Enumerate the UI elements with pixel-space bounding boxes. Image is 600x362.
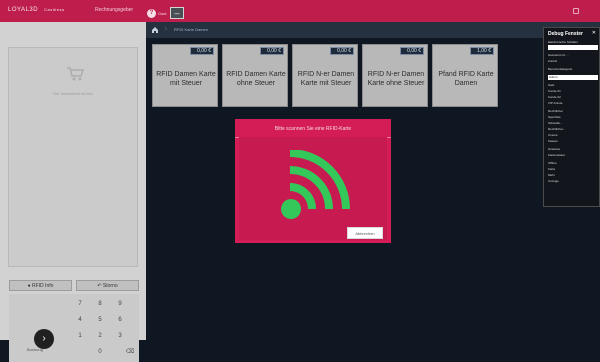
logo-text: LOYAL3D xyxy=(8,7,39,13)
rfid-wave-icon xyxy=(281,150,350,219)
debug-line[interactable]: Unsere xyxy=(548,133,598,137)
rfid-info-button[interactable]: ● RFID Info xyxy=(9,280,72,291)
debug-title: Debug Fenster xyxy=(548,31,584,37)
debug-line: Elektronische Schalter xyxy=(548,40,578,44)
backspace-key[interactable]: ⌫ xyxy=(121,345,139,359)
debug-line[interactable]: Gast xyxy=(548,83,598,87)
debug-active-option[interactable]: Admin xyxy=(548,75,598,80)
debug-line[interactable]: Kunde 02 xyxy=(548,95,598,99)
minimize-button[interactable]: – xyxy=(170,7,184,19)
empty-cart-text: Der Warenkorb ist leer xyxy=(53,91,93,96)
debug-line[interactable]: VIP-Kunde xyxy=(548,101,598,105)
debug-line: Rechtlicher xyxy=(548,109,564,113)
cart-icon xyxy=(67,67,84,81)
product-label: RFID N-er Damen Karte ohne Steuer xyxy=(367,71,425,87)
key-2[interactable]: 2 xyxy=(91,329,109,343)
product-label: RFID N-er Damen Karte mit Steuer xyxy=(297,71,355,87)
info-icon: ● xyxy=(27,283,31,289)
terminal-label: Rechnungsgeber xyxy=(95,7,134,13)
price-badge: 0,00 € xyxy=(400,47,424,55)
numeric-keypad: 7 8 9 4 5 6 1 2 3 0 ⌫ › Buchung xyxy=(9,294,139,362)
key-0[interactable]: 0 xyxy=(91,345,109,359)
key-7[interactable]: 7 xyxy=(71,297,89,311)
debug-window: Debug Fenster ✕ Elektronische Schalter G… xyxy=(543,27,600,207)
cancel-button[interactable]: Abbrechen xyxy=(347,227,383,239)
debug-line[interactable]: Kartenstatus xyxy=(548,153,598,157)
logo: LOYAL3D Cashless xyxy=(8,7,65,13)
product-tile[interactable]: 1,00 € Pfand RFID Karte Damen xyxy=(432,44,498,107)
debug-input[interactable] xyxy=(548,45,598,50)
product-tile[interactable]: 0,00 € RFID Damen Karte ohne Steuer xyxy=(222,44,288,107)
logo-subtext: Cashless xyxy=(44,7,65,12)
debug-line[interactable]: Karte xyxy=(548,167,598,171)
top-bar: LOYAL3D Cashless Rechnungsgeber ? Gast – xyxy=(0,0,600,22)
left-panel: Der Warenkorb ist leer ● RFID Info ↶ Sto… xyxy=(0,22,146,362)
breadcrumb: › RFID Karte Damen xyxy=(146,22,600,38)
product-tile[interactable]: 0,00 € RFID N-er Damen Karte ohne Steuer xyxy=(362,44,428,107)
breadcrumb-separator: › xyxy=(164,23,168,35)
key-1[interactable]: 1 xyxy=(71,329,89,343)
undo-icon: ↶ xyxy=(97,283,102,289)
product-tile[interactable]: 0,00 € RFID Damen Karte mit Steuer xyxy=(152,44,218,107)
key-6[interactable]: 6 xyxy=(111,313,129,327)
modal-title: Bitte scannen Sie eine RFID-Karte xyxy=(274,126,352,132)
price-badge: 0,00 € xyxy=(260,47,284,55)
debug-line[interactable]: Rechtlicher... xyxy=(548,127,598,131)
rfid-info-label: RFID Info xyxy=(32,283,54,289)
debug-line[interactable]: Anzeige xyxy=(548,179,598,183)
window-icon[interactable] xyxy=(573,8,579,14)
price-badge: 0,00 € xyxy=(330,47,354,55)
booking-label: Buchung xyxy=(27,347,43,352)
key-4[interactable]: 4 xyxy=(71,313,89,327)
user-icon[interactable]: ? xyxy=(147,9,156,18)
product-label: RFID Damen Karte mit Steuer xyxy=(156,71,216,87)
key-9[interactable]: 9 xyxy=(111,297,129,311)
debug-line: Gescannt ist: ... xyxy=(548,53,569,57)
debug-line: Zurück xyxy=(548,59,558,63)
product-label: Pfand RFID Karte Damen xyxy=(438,71,494,87)
debug-line[interactable]: Kunde 01 xyxy=(548,89,598,93)
product-tile[interactable]: 0,00 € RFID N-er Damen Karte mit Steuer xyxy=(292,44,358,107)
product-label: RFID Damen Karte ohne Steuer xyxy=(226,71,286,87)
debug-line[interactable]: Schwelle... xyxy=(548,121,598,125)
debug-line: Hinweise xyxy=(548,147,561,151)
debug-line[interactable]: Mehr xyxy=(548,173,598,177)
storno-label: Storno xyxy=(102,283,118,289)
price-badge: 0,00 € xyxy=(190,47,214,55)
debug-line: Benutzerkategorie xyxy=(548,67,573,71)
close-icon[interactable]: ✕ xyxy=(592,30,596,36)
rfid-scan-modal: Bitte scannen Sie eine RFID-Karte Abbrec… xyxy=(235,119,391,243)
price-badge: 1,00 € xyxy=(470,47,494,55)
user-label: Gast xyxy=(158,11,167,16)
key-8[interactable]: 8 xyxy=(91,297,109,311)
debug-line[interactable]: Kassen xyxy=(548,139,598,143)
debug-line[interactable]: Sperrliste xyxy=(548,115,598,119)
home-icon[interactable] xyxy=(151,26,159,34)
key-3[interactable]: 3 xyxy=(111,329,129,343)
cart-panel: Der Warenkorb ist leer xyxy=(8,47,138,267)
debug-line: Offline xyxy=(548,161,557,165)
storno-button[interactable]: ↶ Storno xyxy=(76,280,139,291)
enter-button[interactable]: › xyxy=(34,329,54,349)
key-5[interactable]: 5 xyxy=(91,313,109,327)
breadcrumb-label[interactable]: RFID Karte Damen xyxy=(174,27,208,32)
